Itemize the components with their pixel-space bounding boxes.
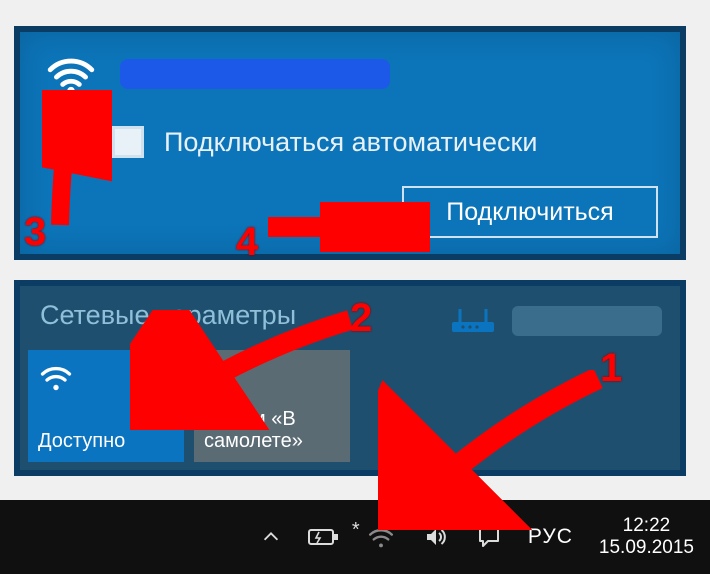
wifi-tile-label: Доступно — [38, 430, 176, 452]
auto-connect-row[interactable]: Подключаться автоматически — [112, 126, 537, 158]
clock-date: 15.09.2015 — [599, 537, 694, 559]
wifi-tray-icon[interactable]: * — [366, 525, 396, 549]
auto-connect-checkbox[interactable] — [112, 126, 144, 158]
airplane-icon — [204, 362, 342, 392]
clock[interactable]: 12:22 15.09.2015 — [599, 515, 694, 559]
auto-connect-label: Подключаться автоматически — [164, 127, 537, 158]
system-tray: * РУС 12:22 15.09.2015 — [260, 515, 710, 559]
connect-button[interactable]: Подключиться — [402, 186, 658, 238]
wifi-tile[interactable]: Доступно — [28, 350, 184, 462]
wifi-connect-panel: Подключаться автоматически Подключиться — [14, 26, 686, 260]
taskbar: * РУС 12:22 15.09.2015 — [0, 500, 710, 574]
action-center-icon[interactable] — [476, 525, 502, 549]
network-settings-panel: Сетевые параметры — [14, 280, 686, 476]
tray-chevron-up-icon[interactable] — [260, 526, 282, 548]
quick-action-tiles: Доступно Режим «В самолете» — [28, 350, 350, 462]
network-row[interactable] — [46, 52, 390, 96]
airplane-tile-label: Режим «В самолете» — [204, 408, 342, 452]
volume-icon[interactable] — [422, 525, 450, 549]
router-device-row — [448, 306, 662, 336]
wifi-icon — [46, 52, 96, 96]
wifi-icon — [38, 362, 176, 392]
network-name-redacted — [120, 59, 390, 89]
router-name-redacted — [512, 306, 662, 336]
network-settings-heading: Сетевые параметры — [40, 300, 296, 331]
battery-icon[interactable] — [308, 527, 340, 547]
connect-button-label: Подключиться — [446, 198, 613, 227]
airplane-mode-tile[interactable]: Режим «В самолете» — [194, 350, 350, 462]
clock-time: 12:22 — [599, 515, 694, 537]
router-icon — [448, 306, 498, 336]
input-language[interactable]: РУС — [528, 525, 573, 549]
